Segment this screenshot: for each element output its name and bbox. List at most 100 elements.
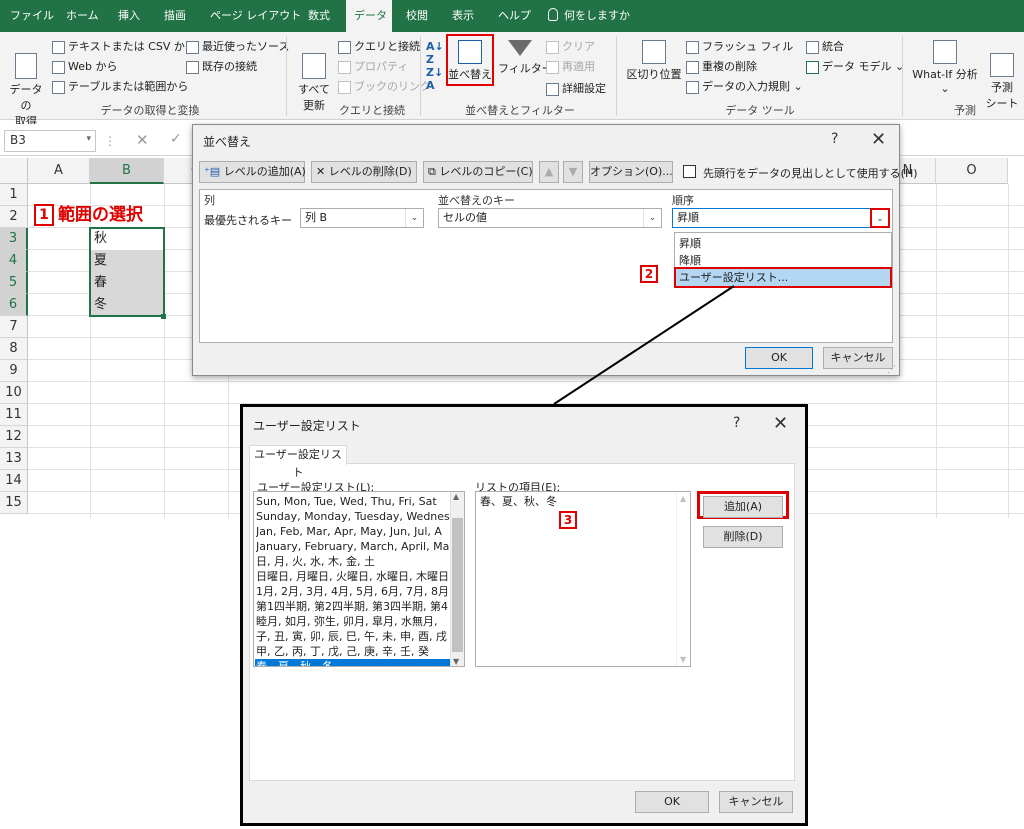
- order-option-descending[interactable]: 降順: [676, 252, 890, 269]
- row-header-5[interactable]: 5: [0, 272, 28, 294]
- clear-button[interactable]: クリア: [546, 38, 595, 54]
- row-header-10[interactable]: 10: [0, 382, 28, 404]
- tab-review[interactable]: 校閲: [398, 0, 436, 32]
- column-header-b[interactable]: B: [90, 158, 164, 184]
- list-entries-textbox[interactable]: 春、夏、秋、冬 ▲ ▼: [475, 491, 691, 667]
- row-header-1[interactable]: 1: [0, 184, 28, 206]
- reapply-button[interactable]: 再適用: [546, 58, 595, 74]
- row-header-14[interactable]: 14: [0, 470, 28, 492]
- cancel-icon[interactable]: ✕: [136, 131, 149, 149]
- filter-button[interactable]: フィルター: [498, 40, 553, 76]
- properties-button[interactable]: プロパティ: [338, 58, 408, 74]
- tab-page-layout[interactable]: ページ レイアウト: [202, 0, 309, 32]
- sort-button[interactable]: 並べ替え: [446, 34, 494, 86]
- data-model-button[interactable]: データ モデル ⌄: [806, 58, 904, 74]
- from-text-csv-button[interactable]: テキストまたは CSV から: [52, 38, 196, 54]
- what-if-button[interactable]: What-If 分析 ⌄: [910, 40, 980, 95]
- row-header-13[interactable]: 13: [0, 448, 28, 470]
- list-item[interactable]: Jan, Feb, Mar, Apr, May, Jun, Jul, A: [256, 524, 452, 539]
- list-item[interactable]: 日曜日, 月曜日, 火曜日, 水曜日, 木曜日: [256, 569, 452, 584]
- header-row-checkbox[interactable]: [683, 165, 696, 178]
- advanced-button[interactable]: 詳細設定: [546, 80, 606, 96]
- chevron-down-icon[interactable]: ▼: [453, 657, 459, 666]
- add-button[interactable]: 追加(A): [703, 496, 783, 518]
- help-icon[interactable]: ?: [733, 415, 740, 431]
- move-down-button[interactable]: ▼: [563, 161, 583, 183]
- close-icon[interactable]: ✕: [871, 129, 886, 150]
- flash-fill-button[interactable]: フラッシュ フィル: [686, 38, 793, 54]
- list-item[interactable]: 甲, 乙, 丙, 丁, 戊, 己, 庚, 辛, 壬, 癸: [256, 644, 452, 659]
- from-web-button[interactable]: Web から: [52, 58, 117, 74]
- delete-level-button[interactable]: ✕ レベルの削除(D): [311, 161, 417, 183]
- list-item[interactable]: January, February, March, April, Ma: [256, 539, 452, 554]
- custom-lists-listbox[interactable]: Sun, Mon, Tue, Wed, Thu, Fri, Sat Sunday…: [253, 491, 465, 667]
- help-icon[interactable]: ?: [831, 131, 838, 147]
- order-select[interactable]: 昇順 ⌄: [672, 208, 890, 228]
- data-validation-button[interactable]: データの入力規則 ⌄: [686, 78, 803, 94]
- tell-me-search[interactable]: 何をしますか: [548, 0, 630, 32]
- list-item-selected[interactable]: 春、夏、秋、冬: [255, 659, 452, 666]
- add-level-button[interactable]: ⁺▤ レベルの追加(A): [199, 161, 306, 183]
- row-header-4[interactable]: 4: [0, 250, 28, 272]
- tab-help[interactable]: ヘルプ: [490, 0, 539, 32]
- tab-home[interactable]: ホーム: [58, 0, 107, 32]
- tab-custom-lists[interactable]: ユーザー設定リスト: [249, 445, 347, 479]
- order-option-custom-list[interactable]: ユーザー設定リスト...: [674, 267, 892, 288]
- options-button[interactable]: オプション(O)...: [589, 161, 673, 183]
- row-header-6[interactable]: 6: [0, 294, 28, 316]
- name-box[interactable]: B3 ▾: [4, 130, 96, 152]
- edit-links-button[interactable]: ブックのリンク: [338, 78, 431, 94]
- list-item[interactable]: 睦月, 如月, 弥生, 卯月, 皐月, 水無月,: [256, 614, 452, 629]
- sort-za-button[interactable]: Z↓ A: [426, 66, 443, 92]
- forecast-sheet-button[interactable]: 予測 シート: [984, 40, 1020, 111]
- sort-on-select[interactable]: セルの値 ⌄: [438, 208, 662, 228]
- list-item[interactable]: Sun, Mon, Tue, Wed, Thu, Fri, Sat: [256, 494, 452, 509]
- row-header-15[interactable]: 15: [0, 492, 28, 514]
- cancel-button[interactable]: キャンセル: [719, 791, 793, 813]
- close-icon[interactable]: ✕: [773, 413, 788, 434]
- existing-connections-button[interactable]: 既存の接続: [186, 58, 257, 74]
- queries-connections-button[interactable]: クエリと接続: [338, 38, 420, 54]
- tab-file[interactable]: ファイル: [2, 0, 62, 32]
- ok-button[interactable]: OK: [745, 347, 813, 369]
- row-header-7[interactable]: 7: [0, 316, 28, 338]
- list-item[interactable]: 1月, 2月, 3月, 4月, 5月, 6月, 7月, 8月: [256, 584, 452, 599]
- column-header-o[interactable]: O: [936, 158, 1008, 184]
- tab-insert[interactable]: 挿入: [110, 0, 148, 32]
- chevron-up-icon[interactable]: ▲: [680, 494, 686, 503]
- cancel-button[interactable]: キャンセル: [823, 347, 893, 369]
- list-item[interactable]: 日, 月, 火, 水, 木, 金, 土: [256, 554, 452, 569]
- from-table-range-button[interactable]: テーブルまたは範囲から: [52, 78, 188, 94]
- row-header-2[interactable]: 2: [0, 206, 28, 228]
- tab-view[interactable]: 表示: [444, 0, 482, 32]
- enter-icon[interactable]: ✓: [170, 131, 182, 147]
- entries-scrollbar[interactable]: ▲ ▼: [676, 492, 690, 666]
- tab-formulas[interactable]: 数式: [300, 0, 338, 32]
- move-up-button[interactable]: ▲: [539, 161, 559, 183]
- recent-sources-button[interactable]: 最近使ったソース: [186, 38, 289, 54]
- copy-level-button[interactable]: ⧉ レベルのコピー(C): [423, 161, 533, 183]
- text-to-columns-button[interactable]: 区切り位置: [626, 40, 682, 82]
- list-item[interactable]: Sunday, Monday, Tuesday, Wednes: [256, 509, 452, 524]
- tab-data[interactable]: データ: [346, 0, 392, 32]
- row-header-9[interactable]: 9: [0, 360, 28, 382]
- list-item[interactable]: 第1四半期, 第2四半期, 第3四半期, 第4: [256, 599, 452, 614]
- consolidate-button[interactable]: 統合: [806, 38, 844, 54]
- row-header-12[interactable]: 12: [0, 426, 28, 448]
- chevron-down-icon[interactable]: ⌄: [870, 208, 890, 228]
- select-all-corner[interactable]: [0, 158, 28, 184]
- resize-grip-icon[interactable]: ⋰: [887, 365, 896, 375]
- chevron-up-icon[interactable]: ▲: [453, 492, 459, 501]
- order-option-ascending[interactable]: 昇順: [676, 235, 890, 252]
- row-header-8[interactable]: 8: [0, 338, 28, 360]
- delete-button[interactable]: 削除(D): [703, 526, 783, 548]
- fill-handle[interactable]: [161, 314, 166, 319]
- row-header-3[interactable]: 3: [0, 228, 28, 250]
- remove-duplicates-button[interactable]: 重複の削除: [686, 58, 757, 74]
- listbox-scrollbar[interactable]: ▲ ▼: [450, 492, 464, 666]
- scrollbar-thumb[interactable]: [452, 518, 463, 652]
- sort-az-button[interactable]: A↓ Z: [426, 40, 444, 66]
- column-header-a[interactable]: A: [28, 158, 90, 184]
- sort-column-select[interactable]: 列 B ⌄: [300, 208, 424, 228]
- row-header-11[interactable]: 11: [0, 404, 28, 426]
